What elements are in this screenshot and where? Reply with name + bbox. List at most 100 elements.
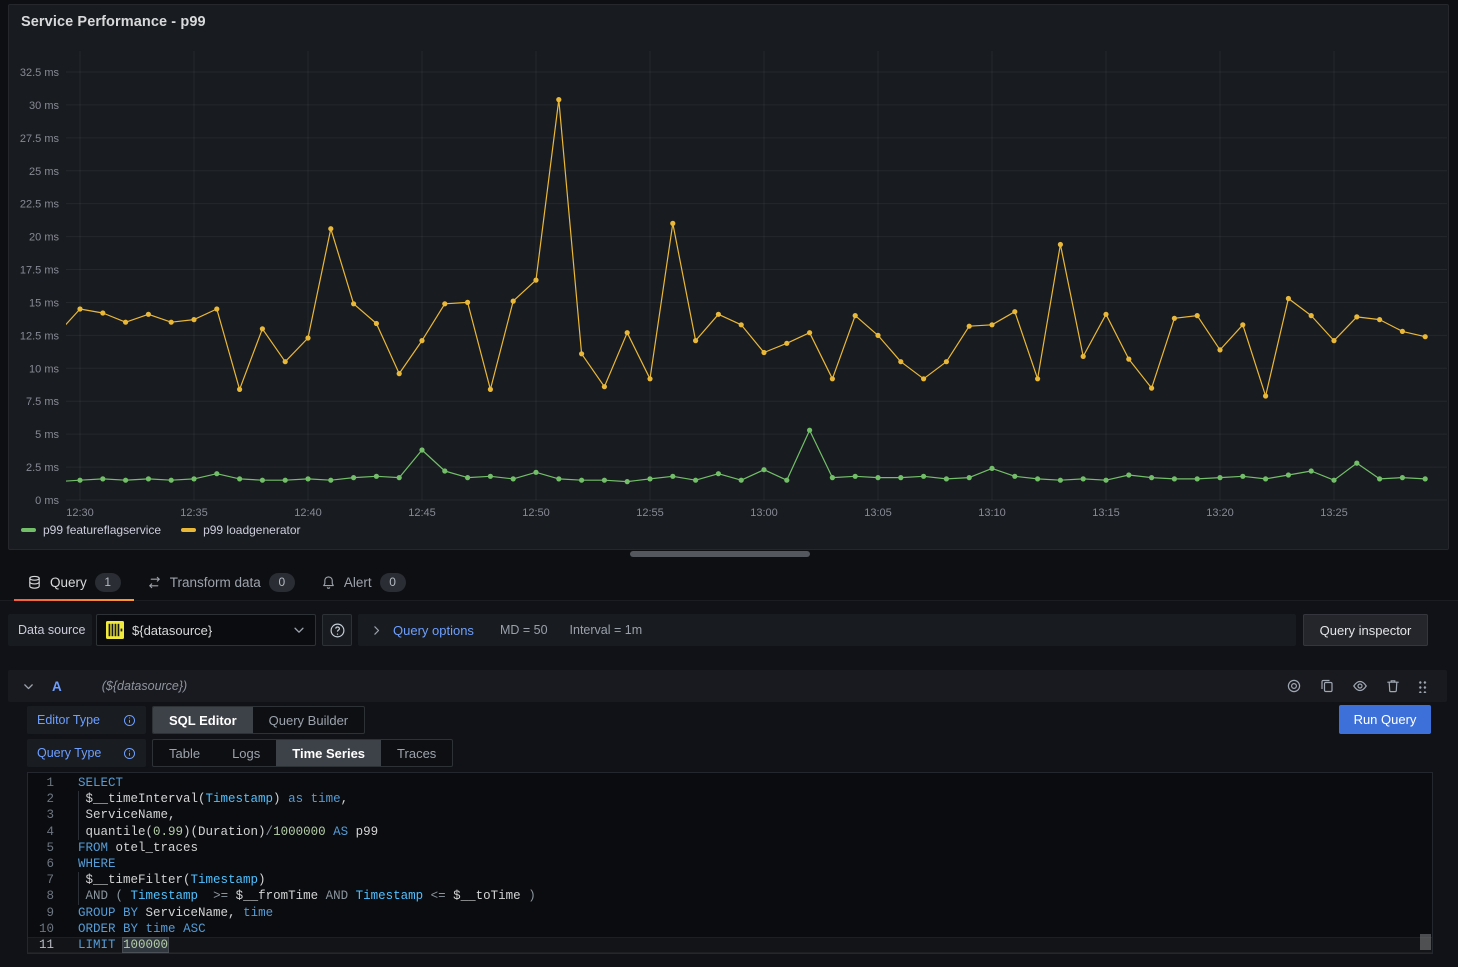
- line-number: 6: [28, 856, 54, 872]
- svg-text:27.5 ms: 27.5 ms: [20, 133, 60, 145]
- svg-text:12:30: 12:30: [66, 507, 94, 519]
- datasource-value: ${datasource}: [132, 623, 284, 638]
- svg-text:0 ms: 0 ms: [35, 495, 59, 507]
- legend-label: p99 loadgenerator: [203, 523, 300, 537]
- legend-item-p99-loadgenerator[interactable]: p99 loadgenerator: [181, 523, 300, 537]
- chart-grid: [66, 51, 1447, 500]
- transform-icon: [147, 575, 162, 590]
- svg-text:22.5 ms: 22.5 ms: [20, 199, 60, 211]
- code-line: 1SELECT: [28, 775, 1432, 791]
- line-code: ServiceName,: [78, 807, 1432, 823]
- legend-item-p99-featureflagservice[interactable]: p99 featureflagservice: [21, 523, 161, 537]
- svg-text:17.5 ms: 17.5 ms: [20, 265, 60, 277]
- tab-alert[interactable]: Alert0: [308, 564, 419, 600]
- info-circle-icon[interactable]: [123, 747, 136, 760]
- question-circle-icon: [329, 622, 346, 639]
- query-options-toggle[interactable]: Query options: [393, 623, 474, 638]
- query-type-label: Query Type: [27, 739, 146, 767]
- svg-text:12:40: 12:40: [294, 507, 322, 519]
- svg-text:13:15: 13:15: [1092, 507, 1120, 519]
- svg-text:10 ms: 10 ms: [29, 363, 59, 375]
- clickhouse-datasource-icon: [106, 621, 124, 639]
- datasource-select[interactable]: ${datasource}: [96, 614, 316, 646]
- query-type-time-series[interactable]: Time Series: [276, 740, 381, 766]
- line-number: 7: [28, 872, 54, 888]
- tab-count-badge: 0: [269, 573, 295, 592]
- tab-query[interactable]: Query 1: [14, 564, 134, 600]
- max-data-points-value: MD = 50: [500, 623, 548, 637]
- hide-response-eye-icon[interactable]: [1352, 678, 1368, 694]
- line-number: 2: [28, 791, 54, 807]
- drag-handle-icon[interactable]: [1418, 679, 1427, 693]
- tab-label: Query: [50, 575, 87, 590]
- query-type-traces[interactable]: Traces: [381, 740, 452, 766]
- line-number: 10: [28, 921, 54, 937]
- database-icon: [27, 575, 42, 590]
- code-line: 11 LIMIT 100000: [28, 937, 1432, 953]
- line-code: quantile(0.99)(Duration)/1000000 AS p99: [78, 824, 1432, 840]
- sql-code-editor[interactable]: 1SELECT2 $__timeInterval(Timestamp) as t…: [27, 772, 1433, 954]
- info-circle-icon[interactable]: [123, 714, 136, 727]
- query-datasource-hint: (${datasource}): [102, 679, 187, 693]
- code-line: 3 ServiceName,: [28, 807, 1432, 823]
- line-code: $__timeFilter(Timestamp): [78, 872, 1432, 888]
- line-code: GROUP BY ServiceName, time: [78, 905, 1432, 921]
- query-type-toggle: TableLogsTime SeriesTraces: [152, 739, 453, 767]
- tab-count-badge: 1: [95, 573, 121, 592]
- delete-query-trash-icon[interactable]: [1385, 678, 1401, 694]
- tab-count-badge: 0: [380, 573, 406, 592]
- query-ref-id[interactable]: A: [52, 679, 62, 694]
- duplicate-query-icon[interactable]: [1319, 678, 1335, 694]
- editor-type-sql-editor[interactable]: SQL Editor: [153, 707, 253, 733]
- svg-text:15 ms: 15 ms: [29, 297, 59, 309]
- line-code: FROM otel_traces: [78, 840, 1432, 856]
- legend-swatch: [21, 528, 36, 532]
- query-inspector-button[interactable]: Query inspector: [1303, 614, 1428, 646]
- svg-text:12:55: 12:55: [636, 507, 664, 519]
- timeseries-chart[interactable]: 0 ms2.5 ms5 ms7.5 ms10 ms12.5 ms15 ms17.…: [9, 41, 1449, 525]
- editor-type-label: Editor Type: [27, 706, 146, 734]
- svg-text:13:05: 13:05: [864, 507, 892, 519]
- svg-text:12:45: 12:45: [408, 507, 436, 519]
- line-number: 3: [28, 807, 54, 823]
- indent-guide: [78, 791, 79, 807]
- indent-guide: [78, 888, 79, 904]
- query-type-table[interactable]: Table: [153, 740, 216, 766]
- editor-type-query-builder[interactable]: Query Builder: [253, 707, 364, 733]
- chevron-right-icon[interactable]: [370, 624, 383, 637]
- code-line: 2 $__timeInterval(Timestamp) as time,: [28, 791, 1432, 807]
- collapse-chevron-icon[interactable]: [22, 680, 35, 693]
- run-query-button[interactable]: Run Query: [1339, 705, 1431, 734]
- line-number: 11: [28, 937, 54, 953]
- interval-value: Interval = 1m: [570, 623, 643, 637]
- svg-text:12:35: 12:35: [180, 507, 208, 519]
- line-number: 8: [28, 888, 54, 904]
- svg-text:13:10: 13:10: [978, 507, 1006, 519]
- line-code: ORDER BY time ASC: [78, 921, 1432, 937]
- query-type-logs[interactable]: Logs: [216, 740, 276, 766]
- svg-text:13:25: 13:25: [1320, 507, 1348, 519]
- svg-text:20 ms: 20 ms: [29, 232, 59, 244]
- line-number: 5: [28, 840, 54, 856]
- chart-legend: p99 featureflagservice p99 loadgenerator: [21, 523, 301, 537]
- code-lines: 1SELECT2 $__timeInterval(Timestamp) as t…: [28, 775, 1432, 953]
- chart-axes: 0 ms2.5 ms5 ms7.5 ms10 ms12.5 ms15 ms17.…: [20, 67, 1348, 519]
- svg-text:12:50: 12:50: [522, 507, 550, 519]
- legend-label: p99 featureflagservice: [43, 523, 161, 537]
- svg-text:12.5 ms: 12.5 ms: [20, 330, 60, 342]
- line-code: $__timeInterval(Timestamp) as time,: [78, 791, 1432, 807]
- disable-query-icon[interactable]: [1286, 678, 1302, 694]
- datasource-label: Data source: [8, 614, 92, 646]
- code-line: 5 FROM otel_traces: [28, 840, 1432, 856]
- chevron-down-icon: [292, 623, 306, 637]
- horizontal-scrollbar-thumb[interactable]: [630, 551, 810, 557]
- query-options-strip: Query options MD = 50 Interval = 1m: [358, 614, 1296, 646]
- line-number: 1: [28, 775, 54, 791]
- svg-text:13:20: 13:20: [1206, 507, 1234, 519]
- svg-text:13:00: 13:00: [750, 507, 778, 519]
- line-code: LIMIT 100000: [78, 937, 1432, 953]
- editor-scrollbar-thumb[interactable]: [1420, 934, 1431, 950]
- panel-title: Service Performance - p99: [21, 14, 206, 30]
- tab-transform-data[interactable]: Transform data0: [134, 564, 308, 600]
- datasource-help-button[interactable]: [322, 614, 352, 646]
